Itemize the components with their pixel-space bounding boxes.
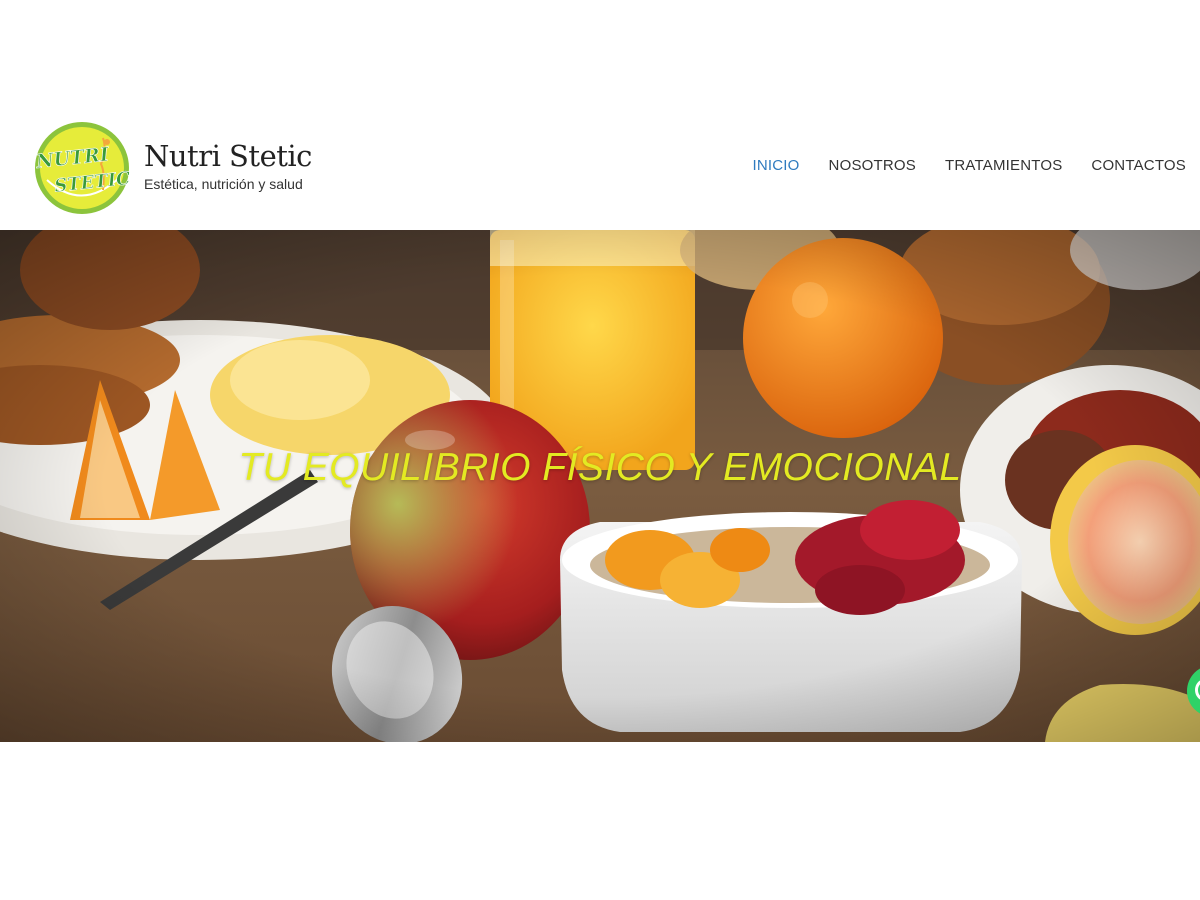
hero-banner: TU EQUILIBRIO FÍSICO Y EMOCIONAL xyxy=(0,230,1200,742)
page: NUTRI STETIC Nutri Stetic Estética, nutr… xyxy=(0,0,1200,900)
brand-home-link[interactable]: NUTRI STETIC Nutri Stetic Estética, nutr… xyxy=(33,120,312,216)
logo: NUTRI STETIC xyxy=(34,122,131,214)
nav-item-nosotros[interactable]: NOSOTROS xyxy=(829,157,916,174)
site-tagline: Estética, nutrición y salud xyxy=(144,176,303,192)
whatsapp-icon xyxy=(1195,679,1200,701)
nav-item-tratamientos[interactable]: TRATAMIENTOS xyxy=(945,157,1062,174)
site-header: NUTRI STETIC Nutri Stetic Estética, nutr… xyxy=(0,104,1200,230)
nav-item-contactos[interactable]: CONTACTOS xyxy=(1091,157,1186,174)
hero-title: TU EQUILIBRIO FÍSICO Y EMOCIONAL xyxy=(238,446,962,489)
brand-text: Nutri Stetic Estética, nutrición y salud xyxy=(144,140,312,192)
nav-item-inicio[interactable]: INICIO xyxy=(753,157,800,174)
main-nav: INICIO NOSOTROS TRATAMIENTOS CONTACTOS xyxy=(753,157,1187,174)
site-title: Nutri Stetic xyxy=(144,139,312,173)
